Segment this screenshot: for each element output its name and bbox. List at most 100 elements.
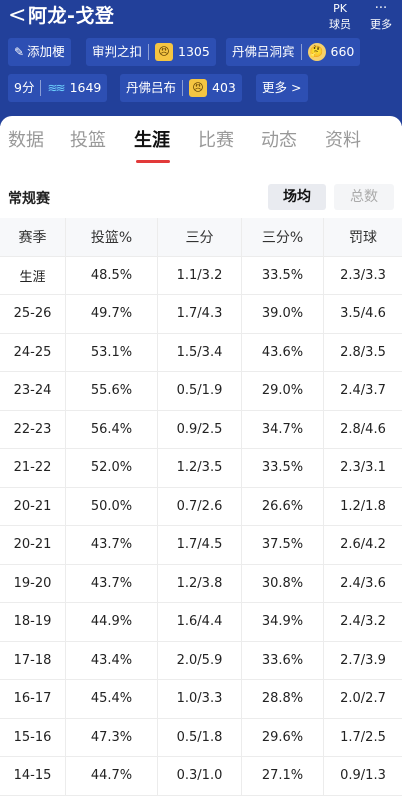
angry-face-icon: 😠	[155, 43, 174, 61]
tag-count: 1649	[69, 80, 102, 95]
stat-cell: 2.6/4.2	[340, 537, 386, 553]
tab-bar: 数据 投篮 生涯 比赛 动态 资料	[0, 116, 402, 168]
chevron-right-icon: >	[291, 80, 302, 95]
more-tags-button[interactable]: 更多 >	[256, 74, 308, 102]
table-row: 24-25 53.1% 1.5/3.4 43.6% 2.8/3.5	[0, 333, 402, 372]
tab-stats[interactable]: 数据	[8, 128, 44, 154]
season-cell: 21-22	[0, 449, 66, 487]
table-row: 16-17 45.4% 1.0/3.3 28.8% 2.0/2.7	[0, 680, 402, 719]
stat-cell: 33.5%	[242, 449, 324, 487]
stat-cell: 3.5/4.6	[340, 306, 386, 322]
more-menu-button[interactable]: ··· 更多	[364, 0, 398, 36]
add-tag-chip[interactable]: ✎ 添加梗	[8, 38, 71, 66]
stat-cell: 2.4/3.2	[340, 614, 386, 630]
stat-cell: 33.6%	[242, 641, 324, 679]
table-row: 21-22 52.0% 1.2/3.5 33.5% 2.3/3.1	[0, 449, 402, 488]
player-header: < 阿龙-戈登 PK 球员 ··· 更多 ✎ 添加梗 审判之扣 😠 1305 丹…	[0, 0, 402, 126]
table-row: 25-26 49.7% 1.7/4.3 39.0% 3.5/4.6	[0, 295, 402, 334]
stat-cell: 2.8/4.6	[340, 421, 386, 437]
stat-cell: 44.7%	[66, 757, 158, 795]
season-cell: 24-25	[0, 333, 66, 371]
tag-label: 丹佛吕洞宾	[232, 44, 295, 59]
tab-games[interactable]: 比赛	[198, 128, 234, 154]
stat-cell: 2.0/2.7	[340, 691, 386, 707]
season-cell: 23-24	[0, 372, 66, 410]
stat-cell: 0.9/2.5	[158, 410, 242, 448]
active-tab-indicator	[136, 160, 170, 163]
stat-cell: 27.1%	[242, 757, 324, 795]
tag-count: 660	[330, 44, 355, 59]
stat-cell: 50.0%	[66, 487, 158, 525]
table-header-row: 赛季 投篮% 三分 三分% 罚球	[0, 218, 402, 257]
stat-cell: 2.3/3.1	[340, 460, 386, 476]
angry-face-icon: 😠	[189, 79, 208, 97]
stat-cell: 1.7/4.5	[158, 526, 242, 564]
stat-cell: 43.7%	[66, 564, 158, 602]
stat-cell: 1.2/3.5	[158, 449, 242, 487]
column-header[interactable]: 赛季	[0, 218, 66, 256]
stat-cell: 1.0/3.3	[158, 680, 242, 718]
tag-chip-judge[interactable]: 审判之扣 😠 1305	[86, 38, 216, 66]
stat-cell: 28.8%	[242, 680, 324, 718]
tag-chip-dunk[interactable]: 丹佛吕洞宾 🤔 660	[226, 38, 361, 66]
back-button[interactable]: <	[8, 2, 28, 30]
stat-cell: 43.6%	[242, 333, 324, 371]
table-row: 19-20 43.7% 1.2/3.8 30.8% 2.4/3.6	[0, 564, 402, 603]
totals-toggle[interactable]: 总数	[334, 184, 394, 210]
stat-cell: 0.5/1.9	[158, 372, 242, 410]
stat-cell: 2.4/3.7	[340, 383, 386, 399]
table-row: 20-21 43.7% 1.7/4.5 37.5% 2.6/4.2	[0, 526, 402, 565]
pk-icon: PK	[333, 2, 347, 15]
tab-activity[interactable]: 动态	[261, 128, 297, 154]
column-header[interactable]: 三分%	[242, 218, 324, 256]
table-row: 生涯 48.5% 1.1/3.2 33.5% 2.3/3.3	[0, 256, 402, 295]
tag-count: 1305	[178, 44, 210, 59]
divider	[40, 80, 42, 96]
stat-cell: 0.7/2.6	[158, 487, 242, 525]
stat-cell: 1.2/1.8	[340, 498, 386, 514]
pk-button[interactable]: PK 球员	[323, 0, 357, 36]
page-title: 阿龙-戈登	[28, 5, 115, 27]
tag-chip-dunk2[interactable]: 丹佛吕布 😠 403	[120, 74, 242, 102]
stat-cell: 26.6%	[242, 487, 324, 525]
table-row: 22-23 56.4% 0.9/2.5 34.7% 2.8/4.6	[0, 410, 402, 449]
wave-icon: ≋≋	[47, 81, 65, 95]
season-cell: 25-26	[0, 295, 66, 333]
stat-cell: 0.5/1.8	[158, 718, 242, 756]
stat-cell: 1.7/2.5	[340, 729, 386, 745]
stat-cell: 47.3%	[66, 718, 158, 756]
stat-cell: 49.7%	[66, 295, 158, 333]
section-title: 常规赛	[8, 191, 50, 207]
stat-cell: 55.6%	[66, 372, 158, 410]
pencil-icon: ✎	[14, 45, 25, 59]
tag-label: 丹佛吕布	[126, 80, 177, 95]
stat-cell: 29.0%	[242, 372, 324, 410]
stat-cell: 34.7%	[242, 410, 324, 448]
tag-label: 审判之扣	[92, 44, 143, 59]
column-header[interactable]: 罚球	[324, 218, 402, 256]
stat-cell: 2.7/3.9	[340, 652, 386, 668]
stat-cell: 0.3/1.0	[158, 757, 242, 795]
stat-cell: 56.4%	[66, 410, 158, 448]
stat-cell: 2.4/3.6	[340, 575, 386, 591]
tab-profile[interactable]: 资料	[325, 128, 361, 154]
stat-cell: 29.6%	[242, 718, 324, 756]
tab-career[interactable]: 生涯	[134, 128, 170, 154]
season-cell: 20-21	[0, 526, 66, 564]
season-cell: 16-17	[0, 680, 66, 718]
tag-chip-score[interactable]: 9分 ≋≋ 1649	[8, 74, 108, 102]
tag-label: 9分	[14, 80, 35, 95]
stat-cell: 2.0/5.9	[158, 641, 242, 679]
table-row: 23-24 55.6% 0.5/1.9 29.0% 2.4/3.7	[0, 372, 402, 411]
column-header[interactable]: 投篮%	[66, 218, 158, 256]
tab-shooting[interactable]: 投篮	[70, 128, 106, 154]
stat-cell: 43.4%	[66, 641, 158, 679]
stat-cell: 1.5/3.4	[158, 333, 242, 371]
column-header[interactable]: 三分	[158, 218, 242, 256]
stat-cell: 2.8/3.5	[340, 344, 386, 360]
stat-cell: 1.2/3.8	[158, 564, 242, 602]
season-cell: 15-16	[0, 718, 66, 756]
per-game-toggle[interactable]: 场均	[268, 184, 326, 210]
add-tag-label: 添加梗	[27, 44, 65, 59]
top-bar: < 阿龙-戈登 PK 球员 ··· 更多	[0, 0, 402, 36]
